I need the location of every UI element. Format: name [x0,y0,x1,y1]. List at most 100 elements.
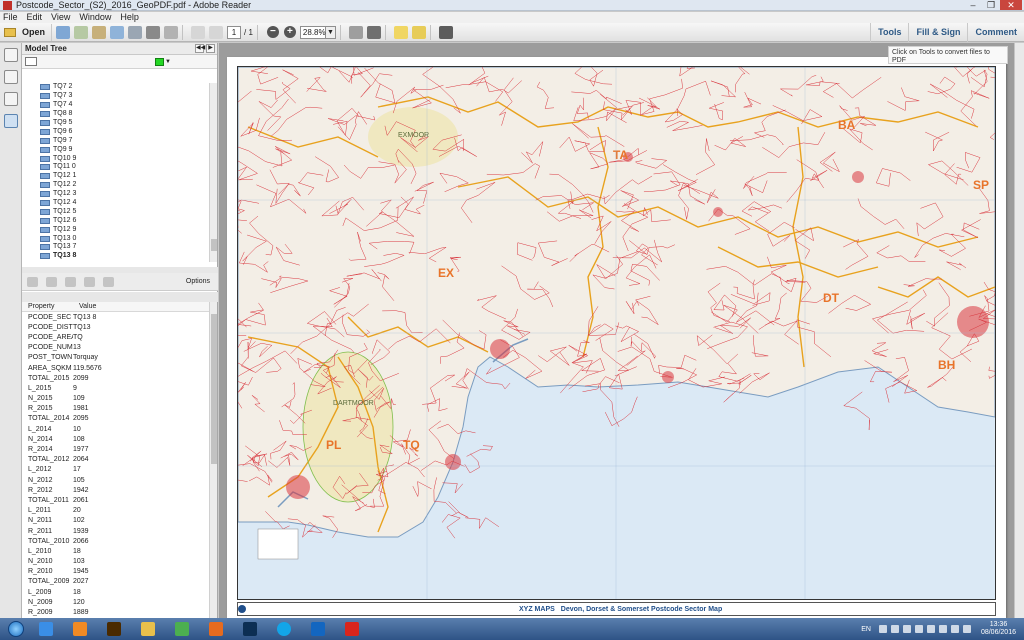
property-row[interactable]: N_2009 120 [22,597,209,607]
layers-icon[interactable] [4,92,18,106]
taskbar-app[interactable] [202,620,230,638]
taskbar-app[interactable] [304,620,332,638]
property-row[interactable]: N_2011 102 [22,516,209,526]
highlight-icon[interactable] [411,25,426,39]
property-row[interactable]: N_2015 109 [22,394,209,404]
property-row[interactable]: R_2009 1889 [22,607,209,617]
postcode-map[interactable]: TA BA SP EX DT BH PL TQ DARTMOOR EXMOOR [237,66,996,600]
property-row[interactable]: PCODE_SEC TQ13 8 [22,312,209,322]
taskbar-app[interactable] [270,620,298,638]
zoom-in-button[interactable]: + [283,26,296,38]
network-icon[interactable] [950,625,959,633]
property-row[interactable]: L_2015 9 [22,383,209,393]
volume-icon[interactable] [962,625,971,633]
zoom-level-input[interactable]: 28.8% [299,25,326,39]
tray-icon[interactable] [902,625,911,633]
email-icon[interactable] [164,25,179,39]
language-indicator[interactable]: EN [861,626,871,633]
property-row[interactable]: PCODE_NUM 13 [22,343,209,353]
taskbar-app[interactable] [66,620,94,638]
clock[interactable]: 13:36 08/06/2016 [981,621,1016,637]
taskbar-app[interactable] [100,620,128,638]
property-row[interactable]: PCODE_AREA TQ [22,332,209,342]
tree-item[interactable]: TQ12 5 [22,207,209,216]
attachments-icon[interactable] [4,70,18,84]
taskbar-app[interactable] [32,620,60,638]
panel-splitter[interactable] [22,292,218,302]
property-row[interactable]: TOTAL_2014 2095 [22,414,209,424]
taskbar-app[interactable] [134,620,162,638]
property-row[interactable]: R_2011 1939 [22,526,209,536]
document-scrollbar[interactable] [1014,43,1024,618]
menu-window[interactable]: Window [79,12,111,23]
property-row[interactable]: L_2012 17 [22,465,209,475]
property-row[interactable]: TOTAL_2011 2061 [22,495,209,505]
property-row[interactable]: N_2012 105 [22,475,209,485]
tree-item[interactable]: TQ7 2 [22,83,209,92]
tree-item[interactable]: TQ11 0 [22,163,209,172]
hide-icon[interactable] [65,276,76,287]
property-row[interactable]: L_2010 18 [22,546,209,556]
maximize-button[interactable]: ❐ [982,0,1000,10]
home-icon[interactable] [103,276,114,287]
taskbar-app[interactable] [236,620,264,638]
tree-item[interactable]: TQ13 0 [22,234,209,243]
zoom-dropdown[interactable]: ▼ [325,25,336,39]
menu-help[interactable]: Help [120,12,139,23]
menu-file[interactable]: File [3,12,18,23]
tree-options-icon[interactable] [25,57,37,66]
tree-item[interactable]: TQ9 5 [22,119,209,128]
minimize-button[interactable]: – [964,0,982,10]
tree-item[interactable]: TQ12 1 [22,172,209,181]
start-button[interactable] [0,618,32,640]
fill-sign-tab[interactable]: Fill & Sign [908,23,967,42]
tree-item[interactable]: TQ12 4 [22,199,209,208]
property-row[interactable]: TOTAL_2010 2066 [22,536,209,546]
tray-icon[interactable] [938,625,947,633]
comment-tab[interactable]: Comment [967,23,1024,42]
tree-item[interactable]: TQ10 9 [22,154,209,163]
fit-width-icon[interactable] [366,25,381,39]
scroll-thumb[interactable] [211,314,217,464]
tree-item[interactable]: TQ7 4 [22,101,209,110]
page-thumbnails-icon[interactable] [4,48,18,62]
tray-icon[interactable] [878,625,887,633]
save-icon[interactable] [128,25,143,39]
menu-edit[interactable]: Edit [27,12,43,23]
tree-scrollbar[interactable] [209,83,217,262]
property-row[interactable]: R_2010 1945 [22,567,209,577]
property-row[interactable]: PCODE_DIST TQ13 [22,322,209,332]
taskbar-app[interactable] [338,620,366,638]
isolate-icon[interactable] [27,276,38,287]
tree-item[interactable]: TQ9 7 [22,136,209,145]
options-menu[interactable]: Options [186,278,210,285]
create-pdf-icon[interactable] [56,25,71,39]
tree-item[interactable]: TQ12 3 [22,190,209,199]
tray-icon[interactable] [890,625,899,633]
tree-item[interactable]: TQ13 7 [22,243,209,252]
cloud-upload-icon[interactable] [110,25,125,39]
taskbar-app[interactable] [168,620,196,638]
property-row[interactable]: AREA_SQKM 119.5676 [22,363,209,373]
model-tree-icon[interactable] [4,114,18,128]
property-row[interactable]: N_2014 108 [22,434,209,444]
fit-page-icon[interactable] [348,25,363,39]
zoom-out-button[interactable]: − [266,26,279,38]
scroll-thumb[interactable] [211,239,217,251]
property-row[interactable]: R_2014 1977 [22,444,209,454]
menu-view[interactable]: View [51,12,70,23]
fullscreen-icon[interactable] [438,25,453,39]
tray-icon[interactable] [914,625,923,633]
property-row[interactable]: POST_TOWN Torquay [22,353,209,363]
tree-item[interactable]: TQ8 8 [22,110,209,119]
property-row[interactable]: TOTAL_2015 2099 [22,373,209,383]
page-number-input[interactable]: 1 [227,25,242,39]
comment-icon[interactable] [393,25,408,39]
property-row[interactable]: L_2014 10 [22,424,209,434]
close-panel-button[interactable]: ▶ [206,44,215,53]
properties-scrollbar[interactable] [209,302,217,618]
next-page-icon[interactable] [209,25,224,39]
chevron-down-icon[interactable]: ▼ [165,59,171,65]
property-row[interactable]: TOTAL_2012 2064 [22,455,209,465]
property-row[interactable]: R_2015 1981 [22,404,209,414]
